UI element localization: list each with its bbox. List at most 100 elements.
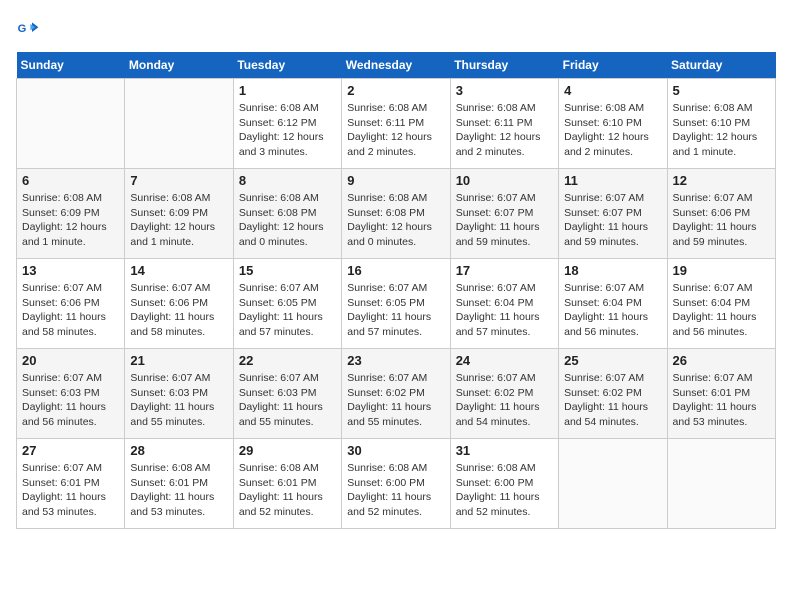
calendar-cell: 19Sunrise: 6:07 AM Sunset: 6:04 PM Dayli… [667,259,775,349]
day-number: 25 [564,353,661,368]
day-number: 20 [22,353,119,368]
day-info: Sunrise: 6:08 AM Sunset: 6:08 PM Dayligh… [239,191,336,250]
day-info: Sunrise: 6:07 AM Sunset: 6:03 PM Dayligh… [239,371,336,430]
day-info: Sunrise: 6:08 AM Sunset: 6:11 PM Dayligh… [347,101,444,160]
header-day-friday: Friday [559,52,667,79]
week-row-2: 6 Sunrise: 6:08 AM Sunset: 6:09 PM Daylig… [17,169,776,259]
day-number: 12 [673,173,770,188]
calendar-cell: 22Sunrise: 6:07 AM Sunset: 6:03 PM Dayli… [233,349,341,439]
calendar-cell: 3Sunrise: 6:08 AM Sunset: 6:11 PM Daylig… [450,79,558,169]
calendar-cell: 20 Sunrise: 6:07 AM Sunset: 6:03 PM Dayli… [17,349,125,439]
day-info: Sunrise: 6:07 AM Sunset: 6:02 PM Dayligh… [456,371,553,430]
day-number: 21 [130,353,227,368]
calendar-cell: 28Sunrise: 6:08 AM Sunset: 6:01 PM Dayli… [125,439,233,529]
calendar-cell [125,79,233,169]
day-number: 14 [130,263,227,278]
calendar-cell: 9 Sunrise: 6:08 AM Sunset: 6:08 PM Daylig… [342,169,450,259]
day-number: 13 [22,263,119,278]
day-number: 31 [456,443,553,458]
day-number: 27 [22,443,119,458]
day-number: 1 [239,83,336,98]
day-number: 4 [564,83,661,98]
day-info: Sunrise: 6:07 AM Sunset: 6:03 PM Dayligh… [130,371,227,430]
calendar-cell: 5 Sunrise: 6:08 AM Sunset: 6:10 PM Daylig… [667,79,775,169]
day-info: Sunrise: 6:07 AM Sunset: 6:01 PM Dayligh… [673,371,770,430]
day-info: Sunrise: 6:07 AM Sunset: 6:02 PM Dayligh… [564,371,661,430]
calendar-cell: 26 Sunrise: 6:07 AM Sunset: 6:01 PM Dayli… [667,349,775,439]
day-info: Sunrise: 6:07 AM Sunset: 6:02 PM Dayligh… [347,371,444,430]
day-number: 15 [239,263,336,278]
day-info: Sunrise: 6:07 AM Sunset: 6:04 PM Dayligh… [564,281,661,340]
day-number: 23 [347,353,444,368]
header-day-saturday: Saturday [667,52,775,79]
calendar-cell: 24 Sunrise: 6:07 AM Sunset: 6:02 PM Dayli… [450,349,558,439]
calendar-cell: 15Sunrise: 6:07 AM Sunset: 6:05 PM Dayli… [233,259,341,349]
calendar-cell [559,439,667,529]
calendar-cell: 10Sunrise: 6:07 AM Sunset: 6:07 PM Dayli… [450,169,558,259]
calendar-cell: 31Sunrise: 6:08 AM Sunset: 6:00 PM Dayli… [450,439,558,529]
day-info: Sunrise: 6:08 AM Sunset: 6:10 PM Dayligh… [673,101,770,160]
calendar-cell: 7 Sunrise: 6:08 AM Sunset: 6:09 PM Daylig… [125,169,233,259]
calendar-cell: 18Sunrise: 6:07 AM Sunset: 6:04 PM Dayli… [559,259,667,349]
day-number: 8 [239,173,336,188]
day-info: Sunrise: 6:08 AM Sunset: 6:00 PM Dayligh… [347,461,444,520]
header-day-monday: Monday [125,52,233,79]
calendar-cell: 16 Sunrise: 6:07 AM Sunset: 6:05 PM Dayli… [342,259,450,349]
day-number: 24 [456,353,553,368]
day-number: 11 [564,173,661,188]
logo: G [16,16,44,40]
day-number: 5 [673,83,770,98]
calendar-cell: 8 Sunrise: 6:08 AM Sunset: 6:08 PM Daylig… [233,169,341,259]
day-number: 6 [22,173,119,188]
calendar-cell [17,79,125,169]
calendar-cell: 11 Sunrise: 6:07 AM Sunset: 6:07 PM Dayli… [559,169,667,259]
day-number: 7 [130,173,227,188]
header-row: SundayMondayTuesdayWednesdayThursdayFrid… [17,52,776,79]
day-number: 9 [347,173,444,188]
day-number: 17 [456,263,553,278]
week-row-3: 13 Sunrise: 6:07 AM Sunset: 6:06 PM Dayli… [17,259,776,349]
day-info: Sunrise: 6:07 AM Sunset: 6:06 PM Dayligh… [130,281,227,340]
day-info: Sunrise: 6:07 AM Sunset: 6:03 PM Dayligh… [22,371,119,430]
day-info: Sunrise: 6:08 AM Sunset: 6:10 PM Dayligh… [564,101,661,160]
calendar-cell: 12 Sunrise: 6:07 AM Sunset: 6:06 PM Dayli… [667,169,775,259]
header-day-thursday: Thursday [450,52,558,79]
day-number: 19 [673,263,770,278]
calendar-cell: 30Sunrise: 6:08 AM Sunset: 6:00 PM Dayli… [342,439,450,529]
day-info: Sunrise: 6:08 AM Sunset: 6:11 PM Dayligh… [456,101,553,160]
logo-icon: G [16,16,40,40]
calendar-cell: 29Sunrise: 6:08 AM Sunset: 6:01 PM Dayli… [233,439,341,529]
calendar-cell: 2 Sunrise: 6:08 AM Sunset: 6:11 PM Daylig… [342,79,450,169]
day-number: 26 [673,353,770,368]
svg-text:G: G [18,23,27,35]
calendar-cell: 17 Sunrise: 6:07 AM Sunset: 6:04 PM Dayli… [450,259,558,349]
day-number: 2 [347,83,444,98]
day-info: Sunrise: 6:07 AM Sunset: 6:07 PM Dayligh… [564,191,661,250]
calendar-cell: 1 Sunrise: 6:08 AM Sunset: 6:12 PM Daylig… [233,79,341,169]
day-info: Sunrise: 6:08 AM Sunset: 6:08 PM Dayligh… [347,191,444,250]
header-day-wednesday: Wednesday [342,52,450,79]
day-number: 16 [347,263,444,278]
day-info: Sunrise: 6:07 AM Sunset: 6:01 PM Dayligh… [22,461,119,520]
day-info: Sunrise: 6:08 AM Sunset: 6:09 PM Dayligh… [130,191,227,250]
day-info: Sunrise: 6:08 AM Sunset: 6:12 PM Dayligh… [239,101,336,160]
day-info: Sunrise: 6:07 AM Sunset: 6:04 PM Dayligh… [456,281,553,340]
week-row-4: 20 Sunrise: 6:07 AM Sunset: 6:03 PM Dayli… [17,349,776,439]
calendar-cell: 13 Sunrise: 6:07 AM Sunset: 6:06 PM Dayli… [17,259,125,349]
day-info: Sunrise: 6:07 AM Sunset: 6:07 PM Dayligh… [456,191,553,250]
calendar-cell: 25 Sunrise: 6:07 AM Sunset: 6:02 PM Dayli… [559,349,667,439]
calendar-cell: 6 Sunrise: 6:08 AM Sunset: 6:09 PM Daylig… [17,169,125,259]
day-info: Sunrise: 6:07 AM Sunset: 6:05 PM Dayligh… [347,281,444,340]
calendar-cell [667,439,775,529]
calendar-cell: 23 Sunrise: 6:07 AM Sunset: 6:02 PM Dayli… [342,349,450,439]
day-info: Sunrise: 6:08 AM Sunset: 6:09 PM Dayligh… [22,191,119,250]
calendar-table: SundayMondayTuesdayWednesdayThursdayFrid… [16,52,776,529]
week-row-1: 1 Sunrise: 6:08 AM Sunset: 6:12 PM Daylig… [17,79,776,169]
calendar-cell: 27 Sunrise: 6:07 AM Sunset: 6:01 PM Dayli… [17,439,125,529]
day-info: Sunrise: 6:07 AM Sunset: 6:06 PM Dayligh… [673,191,770,250]
day-info: Sunrise: 6:08 AM Sunset: 6:01 PM Dayligh… [239,461,336,520]
header-day-tuesday: Tuesday [233,52,341,79]
day-number: 28 [130,443,227,458]
week-row-5: 27 Sunrise: 6:07 AM Sunset: 6:01 PM Dayli… [17,439,776,529]
day-info: Sunrise: 6:07 AM Sunset: 6:06 PM Dayligh… [22,281,119,340]
